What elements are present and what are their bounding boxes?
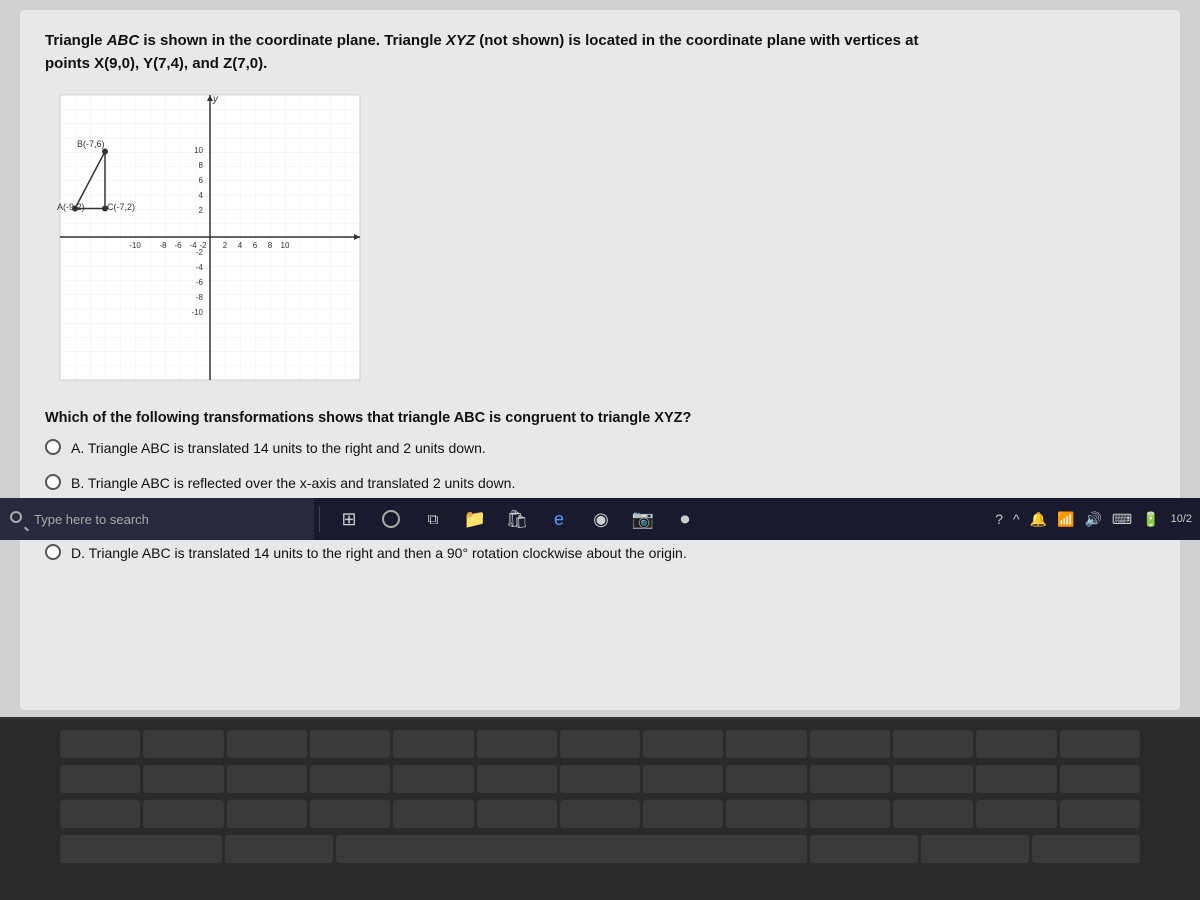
svg-text:-10: -10 [129, 241, 141, 250]
keyboard-area [0, 720, 1200, 900]
chevron-tray-icon[interactable]: ^ [1010, 511, 1023, 527]
svg-text:-6: -6 [196, 278, 204, 287]
svg-text:y: y [212, 94, 219, 105]
content-area: Triangle ABC is shown in the coordinate … [20, 10, 1180, 710]
question-tray-icon[interactable]: ? [992, 511, 1006, 527]
search-input-placeholder: Type here to search [34, 512, 149, 527]
tray-time: 10/2 [1171, 513, 1192, 525]
alert-tray-icon[interactable]: 🔔 [1027, 511, 1050, 528]
svg-text:-2: -2 [196, 248, 204, 257]
start-button[interactable]: ⊞ [331, 501, 367, 537]
keyboard-tray-icon[interactable]: ⌨ [1109, 511, 1135, 528]
svg-text:8: 8 [199, 161, 204, 170]
svg-text:10: 10 [281, 241, 290, 250]
chrome-icon: ◉ [593, 509, 609, 530]
battery-tray-icon[interactable]: 🔋 [1139, 511, 1162, 528]
radio-b[interactable] [45, 474, 61, 490]
screen: Triangle ABC is shown in the coordinate … [0, 0, 1200, 720]
edge-icon: e [554, 509, 564, 530]
option-b[interactable]: B. Triangle ABC is reflected over the x-… [45, 473, 1155, 494]
svg-text:4: 4 [199, 191, 204, 200]
photo-icon: 📷 [632, 509, 654, 530]
radio-a[interactable] [45, 439, 61, 455]
record-button[interactable]: ⏺ [667, 501, 703, 537]
wifi-tray-icon[interactable]: 📶 [1054, 511, 1077, 528]
taskbar-divider [319, 506, 320, 531]
folder-icon: 📁 [464, 509, 486, 530]
search-bar[interactable]: Type here to search [0, 498, 314, 540]
svg-text:-8: -8 [196, 293, 204, 302]
store-button[interactable]: 🛍 [499, 501, 535, 537]
svg-text:6: 6 [199, 176, 204, 185]
cortana-icon [382, 510, 400, 528]
option-d-text: D. Triangle ABC is translated 14 units t… [71, 543, 687, 564]
svg-text:-10: -10 [191, 308, 203, 317]
svg-text:4: 4 [238, 241, 243, 250]
svg-text:A(-9,2): A(-9,2) [57, 202, 85, 212]
question-subtext: Which of the following transformations s… [45, 410, 1155, 426]
option-b-text: B. Triangle ABC is reflected over the x-… [71, 473, 515, 494]
record-icon: ⏺ [681, 509, 690, 530]
edge-button[interactable]: e [541, 501, 577, 537]
svg-text:-8: -8 [159, 241, 167, 250]
sound-tray-icon[interactable]: 🔊 [1081, 511, 1104, 528]
photo-button[interactable]: 📷 [625, 501, 661, 537]
taskview-icon: ⧉ [428, 511, 439, 528]
coordinate-graph: y -8 -6 -4 -2 2 4 6 8 10 -10 8 6 4 2 [45, 90, 375, 390]
search-icon [10, 511, 26, 527]
option-a[interactable]: A. Triangle ABC is translated 14 units t… [45, 438, 1155, 459]
cortana-button[interactable] [373, 501, 409, 537]
svg-text:8: 8 [268, 241, 273, 250]
taskview-button[interactable]: ⧉ [415, 501, 451, 537]
folder-button[interactable]: 📁 [457, 501, 493, 537]
svg-text:2: 2 [199, 206, 204, 215]
svg-text:2: 2 [223, 241, 228, 250]
system-tray: ? ^ 🔔 📶 🔊 ⌨ 🔋 10/2 [992, 511, 1200, 528]
radio-d[interactable] [45, 544, 61, 560]
option-d[interactable]: D. Triangle ABC is translated 14 units t… [45, 543, 1155, 564]
store-icon: 🛍 [506, 509, 529, 530]
question-header: Triangle ABC is shown in the coordinate … [45, 30, 1155, 75]
svg-text:-6: -6 [174, 241, 182, 250]
svg-text:B(-7,6): B(-7,6) [77, 139, 105, 149]
chrome-button[interactable]: ◉ [583, 501, 619, 537]
svg-text:10: 10 [194, 146, 203, 155]
svg-text:-4: -4 [196, 263, 204, 272]
start-icon: ⊞ [341, 509, 356, 530]
option-a-text: A. Triangle ABC is translated 14 units t… [71, 438, 486, 459]
svg-text:6: 6 [253, 241, 258, 250]
taskbar-app-icons: ⊞ ⧉ 📁 🛍 e ◉ [325, 501, 709, 537]
svg-text:C(-7,2): C(-7,2) [107, 202, 135, 212]
taskbar: Type here to search ⊞ ⧉ 📁 🛍 [0, 498, 1200, 540]
